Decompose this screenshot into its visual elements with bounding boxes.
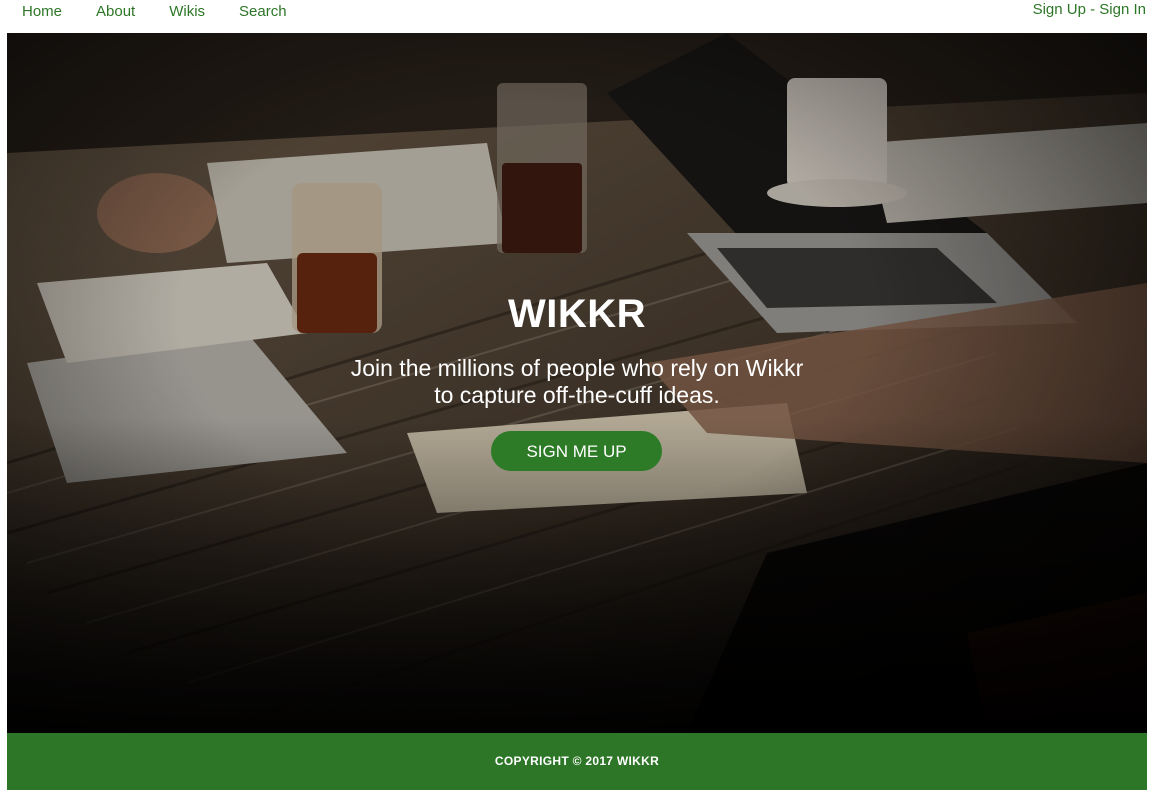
nav-links: Home About Wikis Search — [22, 4, 321, 20]
sign-in-link[interactable]: Sign In — [1099, 1, 1146, 18]
hero-section: WIKKR Join the millions of people who re… — [7, 33, 1147, 733]
hero-title: WIKKR — [507, 292, 647, 336]
nav-link-home[interactable]: Home — [22, 4, 62, 20]
copyright-text: COPYRIGHT © 2017 WIKKR — [494, 754, 660, 768]
sign-up-link[interactable]: Sign Up — [1033, 1, 1086, 18]
sign-me-up-button[interactable]: SIGN ME UP — [491, 431, 662, 471]
hero-subtitle-line-1: Join the millions of people who rely on … — [350, 355, 804, 381]
auth-links: Sign Up - Sign In — [1033, 2, 1146, 18]
hero-subtitle-line-2: to capture off-the-cuff ideas. — [434, 382, 720, 408]
hero-subtitle: Join the millions of people who rely on … — [7, 355, 1147, 409]
nav-link-search[interactable]: Search — [239, 4, 287, 20]
auth-separator: - — [1085, 1, 1100, 18]
top-navbar: Home About Wikis Search Sign Up - Sign I… — [0, 0, 1155, 33]
nav-link-wikis[interactable]: Wikis — [169, 4, 205, 20]
nav-link-about[interactable]: About — [96, 4, 135, 20]
footer: COPYRIGHT © 2017 WIKKR — [7, 733, 1147, 790]
